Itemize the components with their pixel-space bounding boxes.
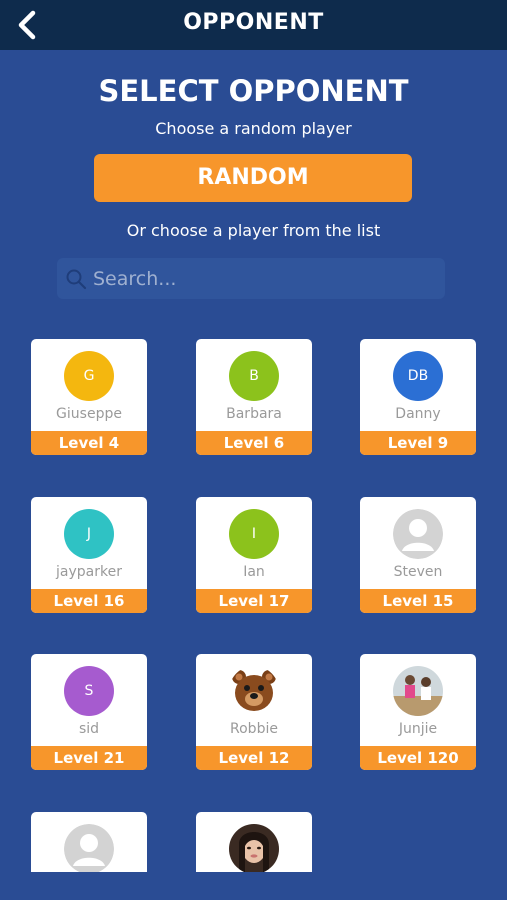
player-name: jayparker [56,564,122,580]
level-badge: Level 12 [196,746,312,770]
level-badge: Level 9 [360,431,476,455]
player-card[interactable]: Steven Level 15 [360,497,476,613]
level-badge: Level 6 [196,431,312,455]
player-card[interactable]: Jjayparker Level 16 [31,497,147,613]
player-card[interactable]: Robbie Level 12 [196,654,312,770]
player-name: Robbie [230,721,278,737]
avatar: J [64,509,114,559]
avatar-initials: B [249,368,259,384]
default-avatar-icon [393,509,443,559]
player-card[interactable] [196,812,312,872]
avatar [64,824,114,872]
avatar: B [229,351,279,401]
level-badge: Level 16 [31,589,147,613]
level-badge: Level 21 [31,746,147,770]
level-badge: Level 4 [31,431,147,455]
level-badge: Level 17 [196,589,312,613]
avatar [229,824,279,872]
player-name: Junjie [398,721,438,737]
player-name: Barbara [226,406,282,422]
player-card[interactable]: I Ian Level 17 [196,497,312,613]
avatar-initials: J [86,526,92,542]
player-card[interactable] [31,812,147,872]
level-badge: Level 120 [360,746,476,770]
avatar: DB [393,351,443,401]
avatar-initials: S [84,683,94,699]
player-card[interactable]: DB Danny Level 9 [360,339,476,455]
avatar-initials: G [83,368,95,384]
player-card[interactable]: G Giuseppe Level 4 [31,339,147,455]
player-name: Steven [393,564,443,580]
avatar: G [64,351,114,401]
player-name: Ian [243,564,265,580]
player-grid: G Giuseppe Level 4 B Barbara Level 6 DB Danny Le… [0,0,507,872]
avatar [393,509,443,559]
avatar-initials: I [251,526,257,542]
level-badge: Level 15 [360,589,476,613]
player-name: sid [78,721,100,737]
player-card[interactable]: B Barbara Level 6 [196,339,312,455]
bear-avatar-icon [232,670,276,711]
player-card[interactable]: Junjie Level 120 [360,654,476,770]
player-name: Giuseppe [56,406,122,422]
player-photo-icon [393,666,443,716]
avatar: I [229,509,279,559]
avatar [229,666,279,716]
avatar-initials: DB [407,368,429,384]
player-name: Danny [395,406,441,422]
player-photo-icon [229,824,279,872]
default-avatar-icon [64,824,114,872]
player-card[interactable]: Ssid Level 21 [31,654,147,770]
avatar: S [64,666,114,716]
avatar [393,666,443,716]
